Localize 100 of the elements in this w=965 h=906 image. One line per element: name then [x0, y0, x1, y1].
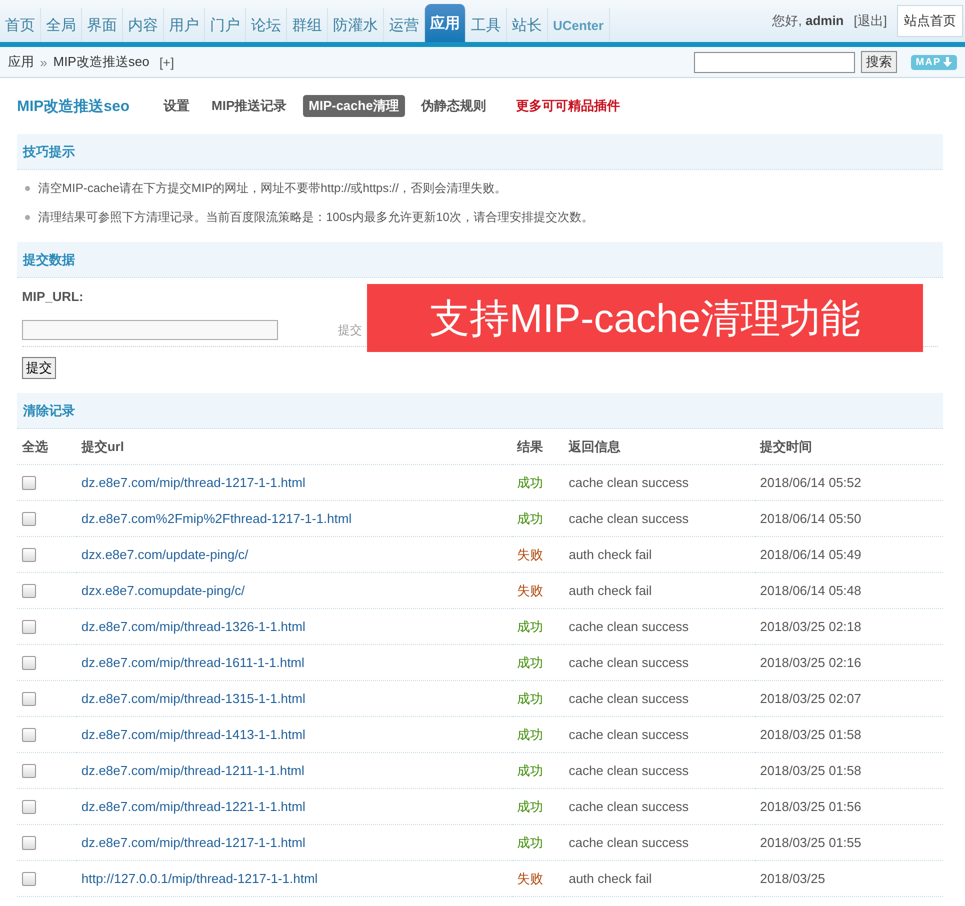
- result-text: 成功: [517, 474, 544, 490]
- section-header: 技巧提示: [17, 134, 943, 170]
- url-link[interactable]: dz.e8e7.com/mip/thread-1326-1-1.html: [81, 619, 306, 634]
- plugin-tab[interactable]: MIP推送记录: [206, 95, 293, 117]
- promo-banner: 支持MIP-cache清理功能: [367, 284, 923, 352]
- down-arrow-icon: [943, 57, 952, 67]
- message-text: cache clean success: [568, 655, 689, 670]
- result-text: 成功: [517, 798, 544, 814]
- nav-tab[interactable]: 群组: [287, 8, 328, 42]
- url-link[interactable]: dz.e8e7.com/mip/thread-1211-1-1.html: [81, 763, 304, 778]
- column-header: 提交url: [76, 429, 512, 464]
- plugin-tab[interactable]: 伪静态规则: [414, 95, 492, 117]
- logout-link[interactable]: [退出]: [854, 12, 887, 30]
- time-text: 2018/03/25 01:56: [760, 799, 862, 814]
- url-link[interactable]: dz.e8e7.com/mip/thread-1221-1-1.html: [81, 799, 306, 814]
- column-header: 提交时间: [755, 429, 943, 464]
- result-text: 失败: [517, 870, 544, 886]
- time-text: 2018/06/14 05:50: [760, 511, 862, 526]
- message-text: cache clean success: [568, 727, 689, 742]
- url-input-field[interactable]: [22, 320, 278, 340]
- row-checkbox[interactable]: [22, 692, 36, 706]
- bullet-icon: [25, 215, 30, 220]
- row-checkbox[interactable]: [22, 476, 36, 490]
- section-header: 提交数据: [17, 242, 943, 278]
- time-text: 2018/03/25 01:55: [760, 835, 862, 850]
- breadcrumb-separator: »: [40, 54, 48, 70]
- tip-text: 清理结果可参照下方清理记录。当前百度限流策略是：100s内最多允许更新10次，请合理安排提交次数。: [38, 209, 594, 226]
- nav-tab[interactable]: 工具: [466, 8, 507, 42]
- message-text: cache clean success: [568, 835, 689, 850]
- row-checkbox[interactable]: [22, 836, 36, 850]
- plugin-tab[interactable]: MIP-cache清理: [302, 95, 405, 117]
- message-text: auth check fail: [568, 871, 652, 886]
- nav-tab[interactable]: 论坛: [246, 8, 287, 42]
- nav-tab[interactable]: 用户: [164, 8, 205, 42]
- row-checkbox[interactable]: [22, 728, 36, 742]
- result-text: 成功: [517, 510, 544, 526]
- column-header: 返回信息: [564, 429, 756, 464]
- url-link[interactable]: dz.e8e7.com/mip/thread-1217-1-1.html: [81, 835, 306, 850]
- time-text: 2018/03/25 02:16: [760, 655, 862, 670]
- plugin-tab[interactable]: 设置: [158, 95, 196, 117]
- row-checkbox[interactable]: [22, 548, 36, 562]
- row-checkbox[interactable]: [22, 656, 36, 670]
- time-text: 2018/03/25 02:18: [760, 619, 862, 634]
- message-text: cache clean success: [568, 691, 689, 706]
- column-header: 结果: [512, 429, 564, 464]
- time-text: 2018/03/25 02:07: [760, 691, 862, 706]
- result-text: 成功: [517, 762, 544, 778]
- bullet-icon: [25, 186, 30, 191]
- breadcrumb-link[interactable]: 应用: [8, 53, 34, 71]
- result-text: 失败: [517, 546, 544, 562]
- time-text: 2018/03/25 01:58: [760, 727, 862, 742]
- url-link[interactable]: dz.e8e7.com/mip/thread-1315-1-1.html: [81, 691, 306, 706]
- tip-text: 清空MIP-cache请在下方提交MIP的网址，网址不要带http://或https://，否则会清理失败。: [38, 180, 507, 197]
- message-text: cache clean success: [568, 619, 689, 634]
- url-link[interactable]: dzx.e8e7.com/update-ping/c/: [81, 547, 248, 562]
- row-checkbox[interactable]: [22, 512, 36, 526]
- time-text: 2018/06/14 05:48: [760, 583, 862, 598]
- url-link[interactable]: dzx.e8e7.comupdate-ping/c/: [81, 583, 245, 598]
- nav-tab[interactable]: 应用: [425, 4, 466, 42]
- message-text: auth check fail: [568, 583, 652, 598]
- result-text: 成功: [517, 690, 544, 706]
- url-link[interactable]: dz.e8e7.com/mip/thread-1611-1-1.html: [81, 655, 304, 670]
- column-header[interactable]: 全选: [17, 429, 76, 464]
- row-checkbox[interactable]: [22, 584, 36, 598]
- result-text: 成功: [517, 834, 544, 850]
- time-text: 2018/03/25 01:58: [760, 763, 862, 778]
- message-text: cache clean success: [568, 511, 689, 526]
- row-checkbox[interactable]: [22, 620, 36, 634]
- time-text: 2018/03/25: [760, 871, 826, 886]
- nav-tab[interactable]: 首页: [0, 8, 41, 42]
- result-text: 成功: [517, 726, 544, 742]
- nav-tab[interactable]: 站长: [507, 8, 548, 42]
- result-text: 失败: [517, 582, 544, 598]
- nav-tab[interactable]: 全局: [41, 8, 82, 42]
- submit-button[interactable]: 提交: [22, 357, 56, 379]
- nav-tab[interactable]: 防灌水: [328, 8, 384, 42]
- search-field[interactable]: [694, 52, 855, 72]
- search-button[interactable]: 搜索: [860, 51, 897, 73]
- field-label: MIP_URL:: [22, 288, 84, 306]
- row-checkbox[interactable]: [22, 800, 36, 814]
- plugin-title: MIP改造推送seo: [17, 96, 130, 116]
- url-link[interactable]: dz.e8e7.com/mip/thread-1217-1-1.html: [81, 475, 306, 490]
- time-text: 2018/06/14 05:49: [760, 547, 862, 562]
- nav-tab[interactable]: 门户: [205, 8, 246, 42]
- url-link[interactable]: dz.e8e7.com%2Fmip%2Fthread-1217-1-1.html: [81, 511, 352, 526]
- url-link[interactable]: dz.e8e7.com/mip/thread-1413-1-1.html: [81, 727, 306, 742]
- section-header: 清除记录: [17, 393, 943, 429]
- row-checkbox[interactable]: [22, 872, 36, 886]
- add-shortcut-link[interactable]: [+]: [159, 54, 174, 70]
- time-text: 2018/06/14 05:52: [760, 475, 862, 490]
- nav-tab[interactable]: 内容: [123, 8, 164, 42]
- nav-tab[interactable]: 界面: [82, 8, 123, 42]
- message-text: cache clean success: [568, 475, 689, 490]
- message-text: auth check fail: [568, 547, 652, 562]
- promo-link[interactable]: 更多可可精品插件: [516, 97, 620, 115]
- row-checkbox[interactable]: [22, 764, 36, 778]
- site-home-button[interactable]: 站点首页: [897, 5, 963, 37]
- url-link[interactable]: http://127.0.0.1/mip/thread-1217-1-1.html: [81, 871, 318, 886]
- result-text: 成功: [517, 618, 544, 634]
- hint-text: 提交: [338, 322, 362, 338]
